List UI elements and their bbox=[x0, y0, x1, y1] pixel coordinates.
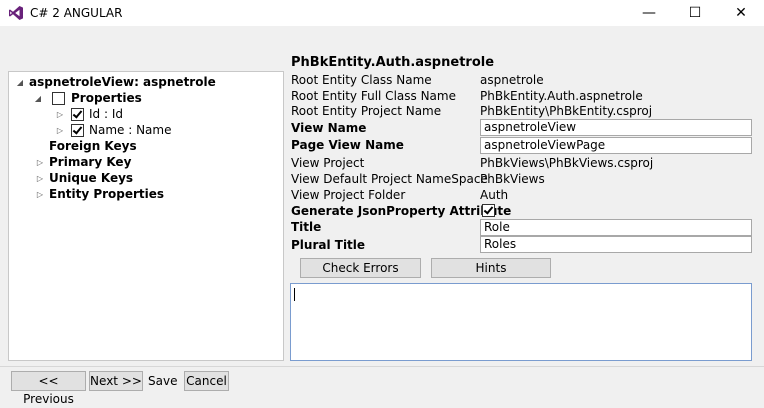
class-name-value: aspnetrole bbox=[480, 73, 544, 87]
cancel-button[interactable]: Cancel bbox=[184, 371, 229, 391]
save-button[interactable]: Save bbox=[148, 374, 177, 388]
title-label: Title bbox=[291, 220, 322, 234]
visual-studio-icon bbox=[9, 6, 23, 20]
close-button[interactable]: ✕ bbox=[718, 0, 764, 26]
title-input[interactable]: Role bbox=[480, 219, 752, 236]
tree-node-prop-name[interactable]: ▷ Name : Name bbox=[55, 123, 172, 137]
entity-tree[interactable]: ◢ aspnetroleView: aspnetrole ◢ Propertie… bbox=[8, 71, 284, 361]
previous-button[interactable]: << Previous bbox=[11, 371, 86, 406]
json-property-checkbox[interactable] bbox=[482, 204, 495, 217]
plural-title-input[interactable]: Roles bbox=[480, 236, 752, 253]
json-property-label: Generate JsonProperty Attribute bbox=[291, 204, 512, 218]
output-textarea[interactable] bbox=[290, 283, 752, 361]
window-title: C# 2 ANGULAR bbox=[30, 6, 123, 20]
namespace-value: PhBkViews bbox=[480, 172, 545, 186]
full-class-value: PhBkEntity.Auth.aspnetrole bbox=[480, 89, 643, 103]
collapsed-icon[interactable]: ▷ bbox=[55, 126, 65, 135]
tree-node-properties[interactable]: ◢ Properties bbox=[33, 91, 142, 105]
properties-checkbox[interactable] bbox=[52, 91, 65, 105]
collapsed-icon[interactable]: ▷ bbox=[35, 190, 45, 199]
collapsed-icon[interactable]: ▷ bbox=[55, 110, 65, 119]
tree-root-label: aspnetroleView: aspnetrole bbox=[29, 75, 216, 89]
view-project-label: View Project bbox=[291, 156, 365, 170]
tree-entity-properties-label: Entity Properties bbox=[49, 187, 165, 201]
maximize-icon: ☐ bbox=[688, 5, 702, 21]
view-name-input[interactable]: aspnetroleView bbox=[480, 119, 752, 136]
tree-node-unique-keys[interactable]: ▷ Unique Keys bbox=[35, 171, 133, 185]
maximize-button[interactable]: ☐ bbox=[672, 0, 718, 26]
page-view-name-label: Page View Name bbox=[291, 138, 404, 152]
tree-prop-id-label: Id : Id bbox=[89, 107, 123, 121]
minimize-icon: — bbox=[642, 5, 656, 21]
title-bar: C# 2 ANGULAR — ☐ ✕ bbox=[0, 0, 764, 26]
project-name-value: PhBkEntity\PhBkEntity.csproj bbox=[480, 104, 653, 118]
expanded-icon[interactable]: ◢ bbox=[15, 78, 25, 87]
check-errors-button[interactable]: Check Errors bbox=[300, 258, 421, 278]
text-caret bbox=[294, 288, 295, 301]
collapsed-icon[interactable]: ▷ bbox=[35, 174, 45, 183]
prop-id-checkbox[interactable] bbox=[71, 107, 84, 121]
next-button[interactable]: Next >> bbox=[89, 371, 143, 391]
namespace-label: View Default Project NameSpace bbox=[291, 172, 488, 186]
tree-root-node[interactable]: ◢ aspnetroleView: aspnetrole bbox=[15, 75, 216, 89]
tree-node-foreign-keys[interactable]: Foreign Keys bbox=[49, 139, 137, 153]
collapsed-icon[interactable]: ▷ bbox=[35, 158, 45, 167]
tree-foreign-keys-label: Foreign Keys bbox=[49, 139, 137, 153]
prop-name-checkbox[interactable] bbox=[71, 123, 84, 137]
full-class-label: Root Entity Full Class Name bbox=[291, 89, 456, 103]
view-name-label: View Name bbox=[291, 121, 367, 135]
tree-properties-label: Properties bbox=[71, 91, 142, 105]
expanded-icon[interactable]: ◢ bbox=[33, 94, 43, 103]
view-project-value: PhBkViews\PhBkViews.csproj bbox=[480, 156, 654, 170]
tree-primary-key-label: Primary Key bbox=[49, 155, 132, 169]
tree-node-entity-properties[interactable]: ▷ Entity Properties bbox=[35, 187, 164, 201]
page-view-name-input[interactable]: aspnetroleViewPage bbox=[480, 137, 752, 154]
project-folder-label: View Project Folder bbox=[291, 188, 406, 202]
tree-unique-keys-label: Unique Keys bbox=[49, 171, 134, 185]
class-name-label: Root Entity Class Name bbox=[291, 73, 432, 87]
close-icon: ✕ bbox=[735, 5, 747, 21]
footer-divider bbox=[0, 366, 764, 367]
plural-title-label: Plural Title bbox=[291, 238, 366, 252]
project-name-label: Root Entity Project Name bbox=[291, 104, 442, 118]
minimize-button[interactable]: — bbox=[626, 0, 672, 26]
hints-button[interactable]: Hints bbox=[431, 258, 551, 278]
tree-node-prop-id[interactable]: ▷ Id : Id bbox=[55, 107, 123, 121]
tree-node-primary-key[interactable]: ▷ Primary Key bbox=[35, 155, 131, 169]
project-folder-value: Auth bbox=[480, 188, 509, 202]
entity-header: PhBkEntity.Auth.aspnetrole bbox=[291, 55, 495, 70]
tree-prop-name-label: Name : Name bbox=[89, 123, 172, 137]
